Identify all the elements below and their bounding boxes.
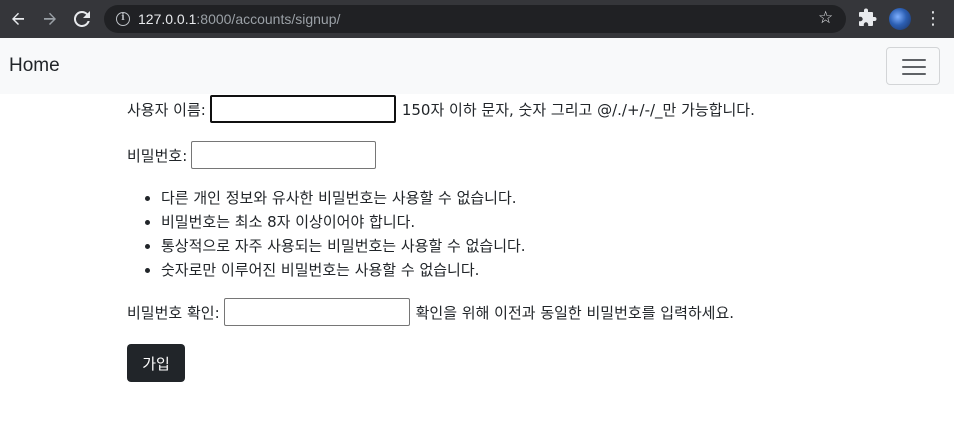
password-rules-list: 다른 개인 정보와 유사한 비밀번호는 사용할 수 없습니다. 비밀번호는 최소… xyxy=(127,186,526,282)
username-row: 사용자 이름: 150자 이하 문자, 숫자 그리고 @/./+/-/_만 가능… xyxy=(127,95,755,123)
hamburger-menu-icon xyxy=(902,58,926,76)
username-input[interactable] xyxy=(209,95,396,123)
signup-submit-button[interactable]: 가입 xyxy=(127,344,185,382)
password-row: 비밀번호: xyxy=(127,141,377,169)
forward-arrow-icon[interactable] xyxy=(38,7,62,31)
password-confirm-label: 비밀번호 확인: xyxy=(127,303,220,322)
password-rule-item: 다른 개인 정보와 유사한 비밀번호는 사용할 수 없습니다. xyxy=(161,186,526,210)
password-confirm-helptext: 확인을 위해 이전과 동일한 비밀번호를 입력하세요. xyxy=(415,303,735,322)
username-helptext: 150자 이하 문자, 숫자 그리고 @/./+/-/_만 가능합니다. xyxy=(401,100,755,119)
site-info-icon[interactable]: i xyxy=(116,12,130,26)
password-confirm-row: 비밀번호 확인: 확인을 위해 이전과 동일한 비밀번호를 입력하세요. xyxy=(127,298,734,326)
navbar: Home xyxy=(0,38,954,94)
password-input[interactable] xyxy=(191,141,377,169)
password-confirm-input[interactable] xyxy=(223,298,410,326)
password-rule-item: 비밀번호는 최소 8자 이상이어야 합니다. xyxy=(161,210,526,234)
password-rule-item: 숫자로만 이루어진 비밀번호는 사용할 수 없습니다. xyxy=(161,258,526,282)
url-text[interactable]: 127.0.0.1:8000/accounts/signup/ xyxy=(138,11,340,27)
address-bar[interactable]: i 127.0.0.1:8000/accounts/signup/ ☆ xyxy=(104,5,846,33)
profile-avatar-icon[interactable] xyxy=(889,8,911,30)
back-arrow-icon[interactable] xyxy=(6,7,30,31)
username-label: 사용자 이름: xyxy=(127,100,206,119)
password-rule-item: 통상적으로 자주 사용되는 비밀번호는 사용할 수 없습니다. xyxy=(161,234,526,258)
browser-toolbar: i 127.0.0.1:8000/accounts/signup/ ☆ ⋮ xyxy=(0,0,954,38)
navbar-brand-home-link[interactable]: Home xyxy=(9,55,60,77)
password-label: 비밀번호: xyxy=(127,146,188,165)
puzzle-extension-icon[interactable] xyxy=(858,8,880,30)
reload-icon[interactable] xyxy=(70,7,94,31)
kebab-menu-icon[interactable]: ⋮ xyxy=(924,7,942,31)
navbar-toggler-button[interactable] xyxy=(886,47,940,85)
bookmark-star-icon[interactable]: ☆ xyxy=(818,8,833,28)
